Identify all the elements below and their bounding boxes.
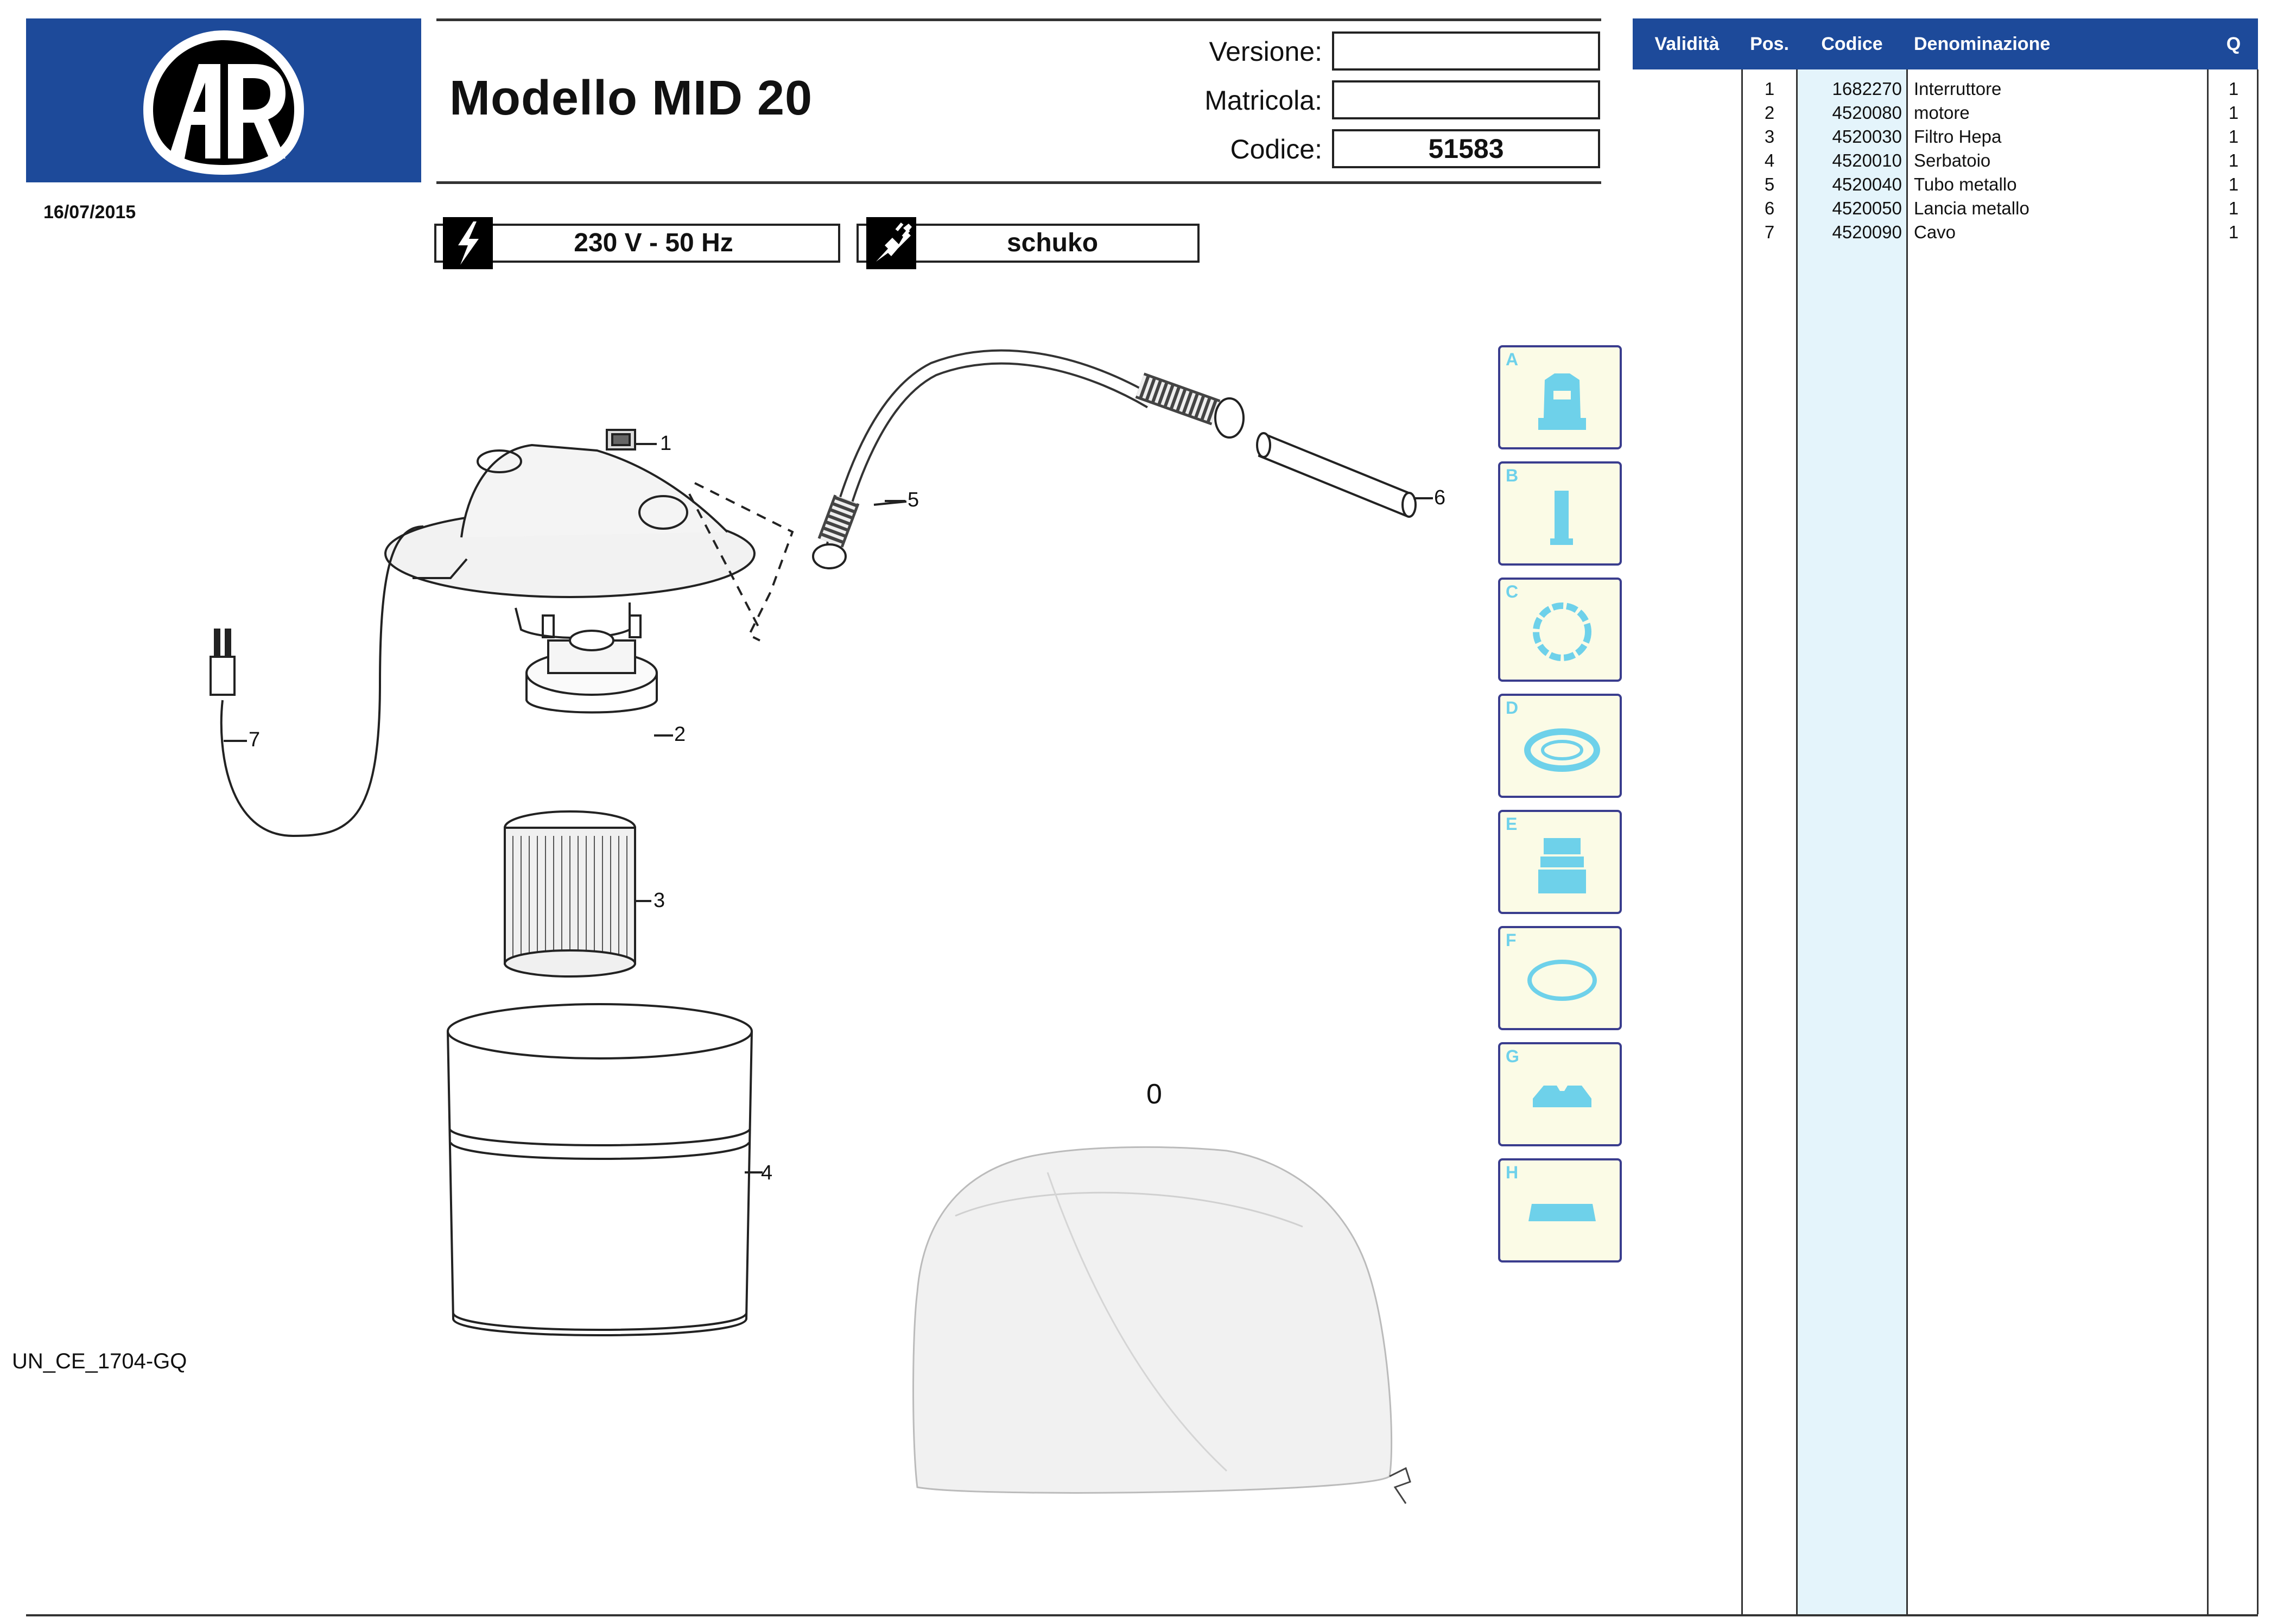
table-divider — [1741, 69, 1743, 1614]
row-2-codice: 4520080 — [1832, 103, 1902, 123]
codice-label: Codice: — [1230, 134, 1322, 164]
panel-a[interactable]: A — [1498, 345, 1622, 449]
dust-bag-icon — [912, 1146, 1411, 1504]
floor-tool-icon — [1528, 1204, 1596, 1221]
col-denominazione: Denominazione — [1914, 34, 2051, 54]
model-title: Modello MID 20 — [449, 71, 813, 125]
brand-logo — [26, 18, 421, 182]
header-bottom-rule — [436, 181, 1601, 184]
panel-f[interactable]: F — [1498, 926, 1622, 1030]
col-pos: Pos. — [1750, 34, 1789, 54]
panel-d[interactable]: D — [1498, 694, 1622, 798]
row-3-pos: 3 — [1764, 126, 1775, 147]
motor-head-icon — [1538, 373, 1586, 430]
row-2-denominazione: motore — [1914, 103, 1970, 123]
panel-h[interactable]: H — [1498, 1158, 1622, 1263]
matricola-field[interactable] — [1332, 80, 1600, 119]
callout-6: 6 — [1434, 486, 1446, 509]
row-7-pos: 7 — [1764, 222, 1775, 242]
callout-3: 3 — [654, 889, 665, 912]
table-divider — [1906, 69, 1908, 1614]
ar-logo-icon — [143, 30, 304, 175]
filter-cartridge-icon — [1538, 838, 1586, 893]
head-part-icon — [384, 443, 756, 639]
lightning-icon — [443, 217, 493, 269]
row-3-q: 1 — [2228, 126, 2239, 147]
panel-b[interactable]: B — [1498, 461, 1622, 566]
hose-part-icon — [812, 349, 1245, 569]
row-7-q: 1 — [2228, 222, 2239, 242]
nozzle-icon — [1533, 1086, 1591, 1107]
row-6-denominazione: Lancia metallo — [1914, 198, 2029, 218]
codice-field[interactable]: 51583 — [1332, 129, 1600, 168]
bottom-rule — [26, 1614, 2258, 1616]
brush-icon — [1550, 491, 1573, 545]
row-6-pos: 6 — [1764, 198, 1775, 218]
row-5-pos: 5 — [1764, 174, 1775, 194]
voltage-spec: 230 V - 50 Hz — [434, 224, 840, 263]
wand-part-icon — [1256, 432, 1433, 518]
versione-label: Versione: — [1209, 36, 1322, 67]
document-date: 16/07/2015 — [43, 202, 136, 223]
row-4-denominazione: Serbatoio — [1914, 150, 1991, 170]
table-divider — [2257, 69, 2259, 1614]
panel-c[interactable]: C — [1498, 578, 1622, 682]
row-5-codice: 4520040 — [1832, 174, 1902, 194]
row-6-codice: 4520050 — [1832, 198, 1902, 218]
panel-g[interactable]: G — [1498, 1042, 1622, 1146]
accessory-label: 0 — [1146, 1079, 1162, 1110]
motor-part-icon — [525, 614, 673, 737]
row-6-q: 1 — [2228, 198, 2239, 218]
col-q: Q — [2226, 34, 2241, 54]
oring-icon — [1527, 960, 1597, 1001]
row-2-q: 1 — [2228, 103, 2239, 123]
row-3-denominazione: Filtro Hepa — [1914, 126, 2002, 147]
filter-part-icon — [504, 810, 651, 978]
voltage-value: 230 V - 50 Hz — [574, 229, 733, 257]
switch-part-icon — [606, 429, 657, 451]
table-divider — [1796, 69, 1798, 1614]
row-5-denominazione: Tubo metallo — [1914, 174, 2017, 194]
plug-value: schuko — [1006, 229, 1099, 257]
callout-7: 7 — [249, 728, 261, 751]
gasket-icon — [1524, 728, 1600, 772]
table-divider — [2207, 69, 2209, 1614]
panel-e[interactable]: E — [1498, 810, 1622, 914]
tank-part-icon — [447, 1003, 763, 1336]
matricola-label: Matricola: — [1204, 85, 1322, 116]
row-7-codice: 4520090 — [1832, 222, 1902, 242]
ring-icon — [1533, 602, 1591, 661]
row-3-codice: 4520030 — [1832, 126, 1902, 147]
row-1-pos: 1 — [1764, 79, 1775, 99]
row-1-codice: 1682270 — [1832, 79, 1902, 99]
col-codice: Codice — [1821, 34, 1883, 54]
row-7-denominazione: Cavo — [1914, 222, 1956, 242]
col-validita: Validità — [1654, 34, 1720, 54]
row-4-q: 1 — [2228, 150, 2239, 170]
codice-column-band — [1797, 69, 1907, 1614]
versione-field[interactable] — [1332, 31, 1600, 71]
header-top-rule — [436, 18, 1601, 21]
exploded-parts-diagram — [210, 349, 1433, 1504]
callout-5: 5 — [908, 489, 919, 511]
plug-icon — [866, 217, 916, 269]
row-2-pos: 2 — [1764, 103, 1775, 123]
row-4-pos: 4 — [1764, 150, 1775, 170]
row-5-q: 1 — [2228, 174, 2239, 194]
row-4-codice: 4520010 — [1832, 150, 1902, 170]
row-1-denominazione: Interruttore — [1914, 79, 2002, 99]
cable-part-icon — [210, 525, 424, 838]
row-1-q: 1 — [2228, 79, 2239, 99]
callout-1: 1 — [660, 432, 672, 455]
callout-4: 4 — [761, 1162, 773, 1184]
callout-2: 2 — [674, 723, 686, 746]
